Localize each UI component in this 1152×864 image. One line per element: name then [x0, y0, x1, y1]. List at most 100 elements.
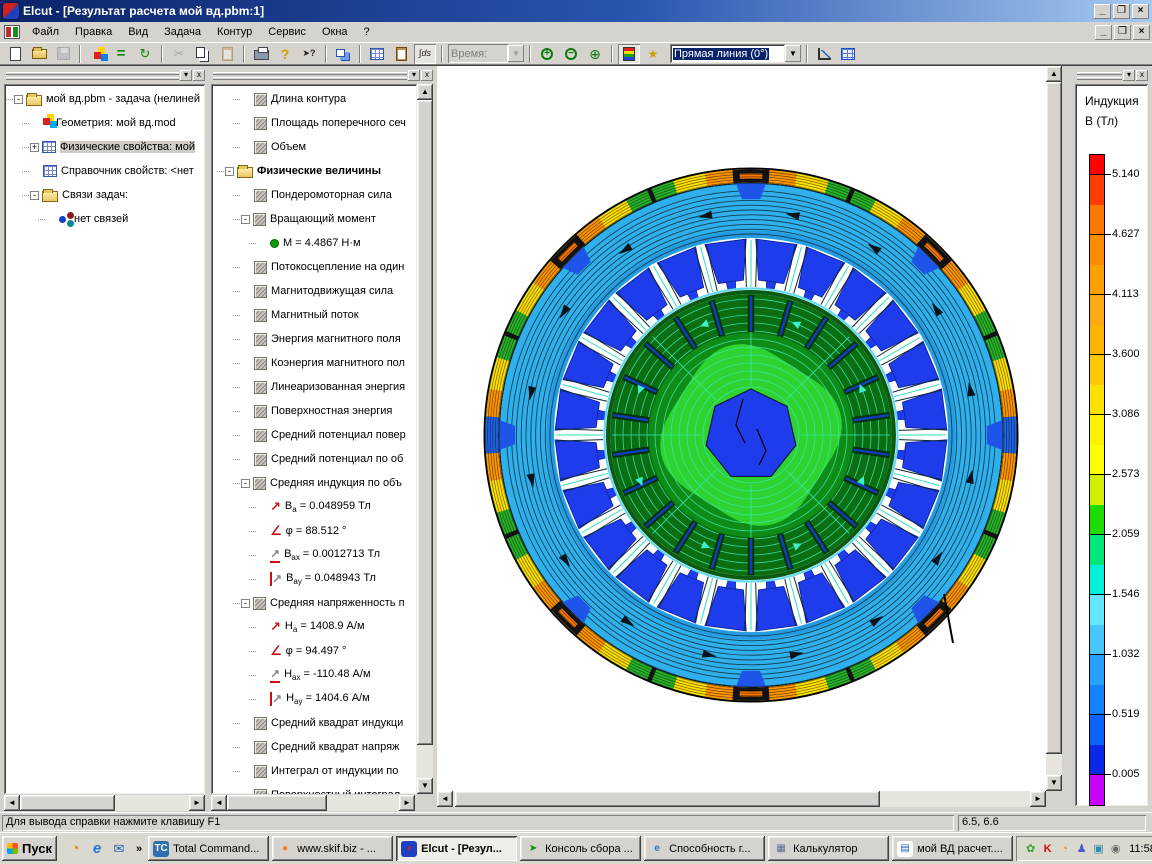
chevron-down-icon[interactable]: ▼ [785, 45, 801, 62]
table-button[interactable] [837, 44, 859, 64]
scroll-right-icon[interactable]: ► [399, 795, 415, 811]
legend-panel-header[interactable]: ▾ x [1075, 69, 1148, 82]
scroll-up-icon[interactable]: ▲ [417, 84, 433, 100]
mdi-minimize-button[interactable]: _ [1095, 25, 1112, 40]
close-button[interactable]: × [1132, 4, 1149, 19]
restore-button[interactable]: ❐ [1113, 4, 1130, 19]
task-button[interactable]: TCTotal Command... [148, 836, 269, 861]
results-tree-item[interactable]: Средний квадрат напряж [217, 735, 417, 759]
task-button[interactable]: ▦Калькулятор [768, 836, 889, 861]
panel-menu-icon[interactable]: ▾ [408, 70, 420, 81]
results-tree-item[interactable]: ↗Bay = 0.048943 Тл [217, 567, 417, 591]
mdi-close-button[interactable]: × [1133, 25, 1150, 40]
collapse-minus-icon[interactable]: - [14, 95, 23, 104]
collapse-minus-icon[interactable]: - [30, 191, 39, 200]
panel-grip[interactable] [6, 72, 179, 75]
wand-button[interactable]: ★ [642, 44, 664, 64]
task-button[interactable]: eСпособность г... [644, 836, 765, 861]
results-tree-item[interactable]: Объем [217, 135, 417, 159]
task-button[interactable]: ▤мой ВД расчет.... [892, 836, 1013, 861]
results-tree-item[interactable]: Поверхностный интеграл [217, 783, 417, 794]
scroll-thumb[interactable] [20, 795, 115, 811]
zoom-extents-button[interactable]: ⊕ [584, 44, 606, 64]
contour-line-selector[interactable]: Прямая линия (0°)▼ [670, 44, 801, 63]
results-tree-item[interactable]: Потокосцепление на один [217, 255, 417, 279]
results-tree-item[interactable]: M = 4.4867 Н·м [217, 231, 417, 255]
scroll-left-icon[interactable]: ◄ [211, 795, 227, 811]
menu-item-5[interactable]: Контур [209, 23, 260, 41]
scroll-thumb[interactable] [1046, 82, 1062, 754]
menu-item-1[interactable]: Файл [24, 23, 67, 41]
results-tree-item[interactable]: ∠φ = 88.512 ° [217, 519, 417, 543]
problem-tree-item[interactable]: Справочник свойств: <нет [6, 159, 205, 183]
view-hscrollbar[interactable]: ◄ ► [437, 791, 1046, 807]
results-tree-item[interactable]: Пондеромоторная сила [217, 183, 417, 207]
expand-plus-icon[interactable]: + [30, 143, 39, 152]
results-tree-item[interactable]: Площадь поперечного сеч [217, 111, 417, 135]
task-button[interactable]: ◖Elcut - [Резул... [396, 836, 517, 861]
menu-item-7[interactable]: Окна [314, 23, 356, 41]
outlook-express-icon[interactable]: ✉ [110, 840, 128, 858]
panel-close-icon[interactable]: x [1136, 70, 1148, 81]
scroll-down-icon[interactable]: ▼ [1046, 775, 1062, 791]
menu-item-3[interactable]: Вид [120, 23, 156, 41]
postprocessor-button[interactable]: ↻ [134, 44, 156, 64]
results-tree-item[interactable]: ↗Bax = 0.0012713 Тл [217, 543, 417, 567]
results-tree-item[interactable]: -Вращающий момент [217, 207, 417, 231]
paste-button[interactable] [216, 44, 238, 64]
results-tree-item[interactable]: ∠φ = 94.497 ° [217, 639, 417, 663]
scroll-left-icon[interactable]: ◄ [437, 791, 453, 807]
menu-item-4[interactable]: Задача [156, 23, 209, 41]
menu-item-6[interactable]: Сервис [260, 23, 314, 41]
panel-grip[interactable] [1077, 77, 1122, 80]
panel-menu-icon[interactable]: ▾ [180, 70, 192, 81]
panel-grip[interactable] [1077, 72, 1122, 75]
results-tree-item[interactable]: Средний потенциал по об [217, 447, 417, 471]
zoom-out-button[interactable]: − [560, 44, 582, 64]
properties-button[interactable] [86, 44, 108, 64]
internet-explorer-icon[interactable]: e [88, 840, 106, 858]
panel-menu-icon[interactable]: ▾ [1123, 70, 1135, 81]
mail-agent-icon[interactable]: ◔ [1057, 841, 1072, 856]
scroll-right-icon[interactable]: ► [189, 795, 205, 811]
field-plot[interactable] [437, 66, 1046, 791]
results-tree-item[interactable]: -Средняя индукция по объ [217, 471, 417, 495]
document-icon[interactable] [4, 25, 20, 39]
results-tree-item[interactable]: Интеграл от индукции по [217, 759, 417, 783]
copy-button[interactable] [192, 44, 214, 64]
collapse-minus-icon[interactable]: - [225, 167, 234, 176]
results-tree-item[interactable]: Поверхностная энергия [217, 399, 417, 423]
scroll-right-icon[interactable]: ► [1030, 791, 1046, 807]
mail-agent-icon[interactable]: ◔ [66, 840, 84, 858]
scroll-thumb[interactable] [455, 791, 880, 807]
new-button[interactable] [4, 44, 26, 64]
results-tree-item[interactable]: Средний потенциал повер [217, 423, 417, 447]
mdi-restore-button[interactable]: ❐ [1114, 25, 1131, 40]
problem-tree-item[interactable]: Геометрия: мой вд.mod [6, 111, 205, 135]
results-tree-item[interactable]: ↗Ba = 0.048959 Тл [217, 495, 417, 519]
cut-button[interactable]: ✂ [168, 44, 190, 64]
clipboard-button[interactable] [390, 44, 412, 64]
results-tree-item[interactable]: Энергия магнитного поля [217, 327, 417, 351]
volume-icon[interactable]: ◉ [1108, 841, 1123, 856]
chevron-icon[interactable]: » [136, 843, 142, 855]
scroll-thumb[interactable] [417, 100, 433, 745]
kaspersky-icon[interactable]: K [1040, 841, 1055, 856]
panel-close-icon[interactable]: x [193, 70, 205, 81]
results-panel-header[interactable]: ▾ x [211, 69, 433, 82]
results-tree-item[interactable]: -Физические величины [217, 159, 417, 183]
field-picture-button[interactable] [618, 44, 640, 64]
save-button[interactable] [52, 44, 74, 64]
results-tree-item[interactable]: Коэнергия магнитного пол [217, 351, 417, 375]
help-button[interactable]: ? [274, 44, 296, 64]
results-tree-item[interactable]: Линеаризованная энергия [217, 375, 417, 399]
results-tree-item[interactable]: ↗Hax = -110.48 А/м [217, 663, 417, 687]
problem-tree-item[interactable]: +Физические свойства: мой [6, 135, 205, 159]
panel-grip[interactable] [6, 77, 179, 80]
print-button[interactable] [250, 44, 272, 64]
results-tree-item[interactable]: Длина контура [217, 87, 417, 111]
start-button[interactable]: Пуск [2, 836, 57, 861]
menu-item-8[interactable]: ? [356, 23, 378, 41]
results-tree-item[interactable]: -Средняя напряженность п [217, 591, 417, 615]
task-button[interactable]: ➤Консоль сбора ... [520, 836, 641, 861]
